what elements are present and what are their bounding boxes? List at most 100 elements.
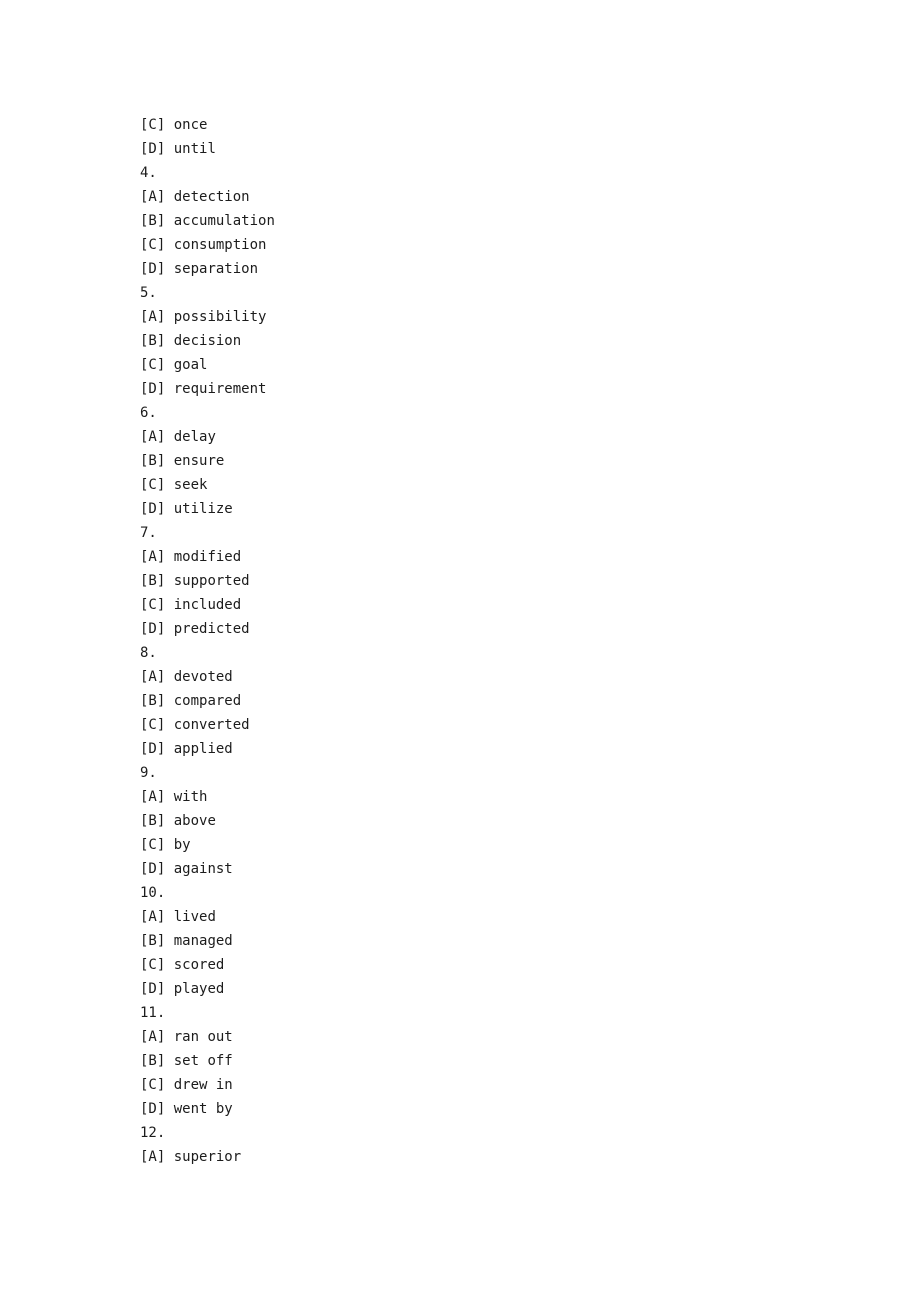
- answer-option[interactable]: [C] once: [140, 113, 840, 137]
- option-letter: [B]: [140, 693, 166, 709]
- answer-option[interactable]: [C] converted: [140, 713, 840, 737]
- option-text: lived: [173, 909, 216, 925]
- option-letter: [A]: [140, 669, 166, 685]
- option-letter: [A]: [140, 429, 166, 445]
- option-letter: [A]: [140, 309, 166, 325]
- option-text: until: [173, 141, 216, 157]
- answer-option[interactable]: [B] ensure: [140, 449, 840, 473]
- answer-option[interactable]: [A] devoted: [140, 665, 840, 689]
- option-text: converted: [173, 717, 250, 733]
- option-letter: [D]: [140, 621, 166, 637]
- answer-option[interactable]: [D] predicted: [140, 617, 840, 641]
- answer-option[interactable]: [D] against: [140, 857, 840, 881]
- answer-option[interactable]: [A] with: [140, 785, 840, 809]
- option-text: by: [173, 837, 191, 853]
- option-text: ensure: [173, 453, 225, 469]
- answer-option[interactable]: [C] drew in: [140, 1073, 840, 1097]
- option-letter: [A]: [140, 1149, 166, 1165]
- answer-option[interactable]: [C] goal: [140, 353, 840, 377]
- option-letter: [B]: [140, 933, 166, 949]
- answer-option[interactable]: [C] by: [140, 833, 840, 857]
- option-text: with: [173, 789, 208, 805]
- option-letter: [A]: [140, 789, 166, 805]
- option-letter: [B]: [140, 1053, 166, 1069]
- option-text: scored: [173, 957, 225, 973]
- answer-option[interactable]: [D] until: [140, 137, 840, 161]
- answer-option[interactable]: [D] went by: [140, 1097, 840, 1121]
- answer-option[interactable]: [D] applied: [140, 737, 840, 761]
- option-text: possibility: [173, 309, 267, 325]
- question-number: 8.: [140, 645, 157, 661]
- option-text: included: [173, 597, 242, 613]
- answer-option[interactable]: [B] decision: [140, 329, 840, 353]
- answer-option[interactable]: [A] superior: [140, 1145, 840, 1169]
- option-text: goal: [173, 357, 208, 373]
- answer-option[interactable]: [A] lived: [140, 905, 840, 929]
- question-number: 9.: [140, 765, 157, 781]
- option-text: played: [173, 981, 225, 997]
- answer-option[interactable]: [B] above: [140, 809, 840, 833]
- option-letter: [C]: [140, 717, 166, 733]
- option-text: against: [173, 861, 233, 877]
- option-text: superior: [173, 1149, 242, 1165]
- option-letter: [D]: [140, 381, 166, 397]
- answer-option[interactable]: [B] compared: [140, 689, 840, 713]
- option-text: requirement: [173, 381, 267, 397]
- option-letter: [C]: [140, 237, 166, 253]
- option-letter: [D]: [140, 261, 166, 277]
- option-letter: [D]: [140, 141, 166, 157]
- answer-option[interactable]: [C] consumption: [140, 233, 840, 257]
- option-letter: [D]: [140, 501, 166, 517]
- option-text: separation: [173, 261, 259, 277]
- option-text: modified: [173, 549, 242, 565]
- option-letter: [C]: [140, 597, 166, 613]
- question-number: 6.: [140, 405, 157, 421]
- answer-option[interactable]: [A] detection: [140, 185, 840, 209]
- answer-option[interactable]: [C] scored: [140, 953, 840, 977]
- answer-option[interactable]: [A] ran out: [140, 1025, 840, 1049]
- option-letter: [D]: [140, 861, 166, 877]
- answer-option[interactable]: [C] included: [140, 593, 840, 617]
- option-text: detection: [173, 189, 250, 205]
- option-letter: [B]: [140, 813, 166, 829]
- answer-option[interactable]: [A] delay: [140, 425, 840, 449]
- answer-option[interactable]: [D] utilize: [140, 497, 840, 521]
- answer-option[interactable]: [B] set off: [140, 1049, 840, 1073]
- option-text: applied: [173, 741, 233, 757]
- option-text: delay: [173, 429, 216, 445]
- question-number: 4.: [140, 165, 157, 181]
- answer-option[interactable]: [A] possibility: [140, 305, 840, 329]
- answer-option[interactable]: [D] played: [140, 977, 840, 1001]
- answer-option[interactable]: [B] supported: [140, 569, 840, 593]
- answer-option[interactable]: [B] managed: [140, 929, 840, 953]
- option-text: predicted: [173, 621, 250, 637]
- option-text: above: [173, 813, 216, 829]
- answer-option[interactable]: [D] requirement: [140, 377, 840, 401]
- option-letter: [A]: [140, 189, 166, 205]
- option-letter: [C]: [140, 357, 166, 373]
- answer-option[interactable]: [B] accumulation: [140, 209, 840, 233]
- option-text: decision: [173, 333, 242, 349]
- option-text: went by: [173, 1101, 233, 1117]
- option-letter: [C]: [140, 117, 166, 133]
- option-letter: [B]: [140, 333, 166, 349]
- answer-options-list: [C] once [D] until 4. [A] detection [B] accu…: [140, 113, 840, 1169]
- document-page: [C] once [D] until 4. [A] detection [B] accu…: [0, 0, 920, 1302]
- option-text: compared: [173, 693, 242, 709]
- option-text: once: [173, 117, 208, 133]
- question-number: 10.: [140, 885, 166, 901]
- option-text: devoted: [173, 669, 233, 685]
- option-text: set off: [173, 1053, 233, 1069]
- option-text: seek: [173, 477, 208, 493]
- option-letter: [C]: [140, 957, 166, 973]
- option-letter: [D]: [140, 1101, 166, 1117]
- option-text: accumulation: [173, 213, 275, 229]
- answer-option[interactable]: [C] seek: [140, 473, 840, 497]
- option-letter: [C]: [140, 477, 166, 493]
- answer-option[interactable]: [A] modified: [140, 545, 840, 569]
- option-letter: [A]: [140, 549, 166, 565]
- answer-option[interactable]: [D] separation: [140, 257, 840, 281]
- option-letter: [A]: [140, 909, 166, 925]
- option-text: utilize: [173, 501, 233, 517]
- question-number: 5.: [140, 285, 157, 301]
